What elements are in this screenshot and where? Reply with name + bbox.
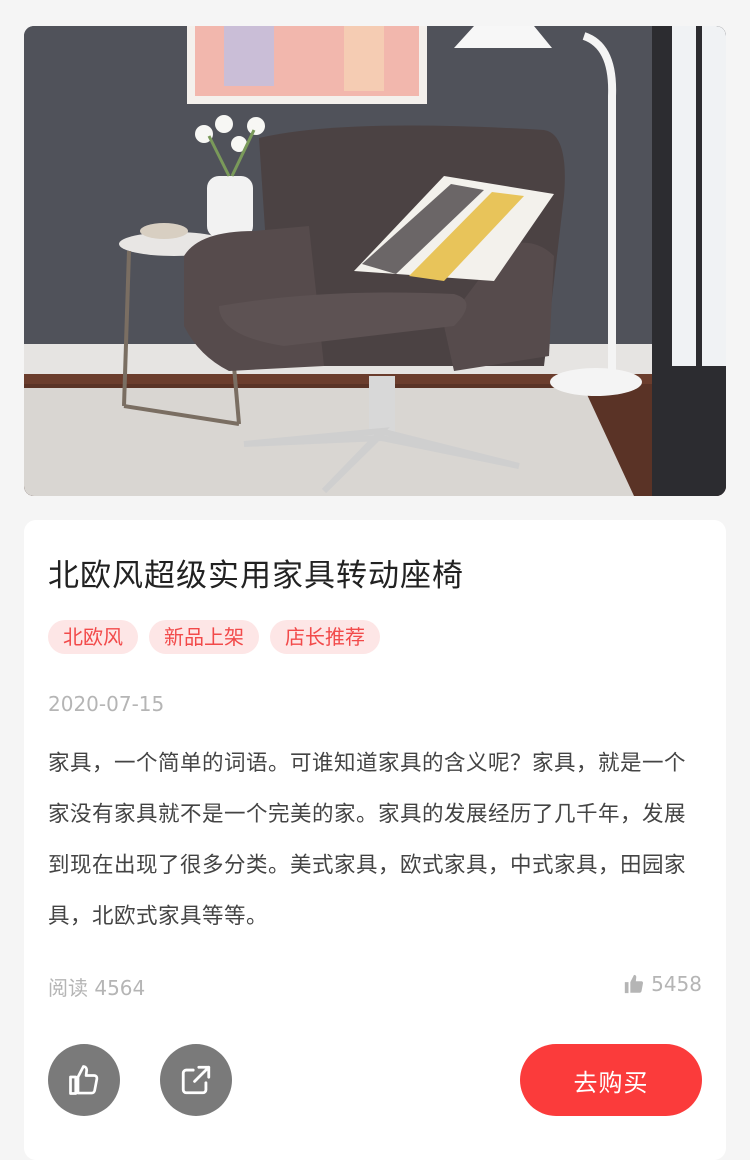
tag-list: 北欧风 新品上架 店长推荐 — [48, 620, 380, 654]
tag[interactable]: 店长推荐 — [270, 620, 380, 654]
share-icon — [181, 1065, 211, 1095]
read-count: 阅读 4564 — [48, 976, 146, 1000]
buy-button[interactable]: 去购买 — [520, 1044, 702, 1116]
publish-date: 2020-07-15 — [48, 692, 165, 716]
thumbs-up-icon — [69, 1065, 99, 1095]
product-description: 家具，一个简单的词语。可谁知道家具的含义呢？家具，就是一个家没有家具就不是一个完… — [48, 751, 687, 929]
product-card: 北欧风超级实用家具转动座椅 北欧风 新品上架 店长推荐 2020-07-15 家… — [24, 520, 726, 1160]
like-count-value: 5458 — [651, 972, 702, 996]
thumbs-up-icon — [624, 974, 644, 994]
tag[interactable]: 新品上架 — [149, 620, 259, 654]
share-button[interactable] — [160, 1044, 232, 1116]
product-title: 北欧风超级实用家具转动座椅 — [48, 558, 464, 594]
like-count: 5458 — [623, 972, 702, 996]
like-button[interactable] — [48, 1044, 120, 1116]
tag[interactable]: 北欧风 — [48, 620, 138, 654]
armchair-photo — [24, 26, 726, 496]
product-image — [24, 26, 726, 496]
